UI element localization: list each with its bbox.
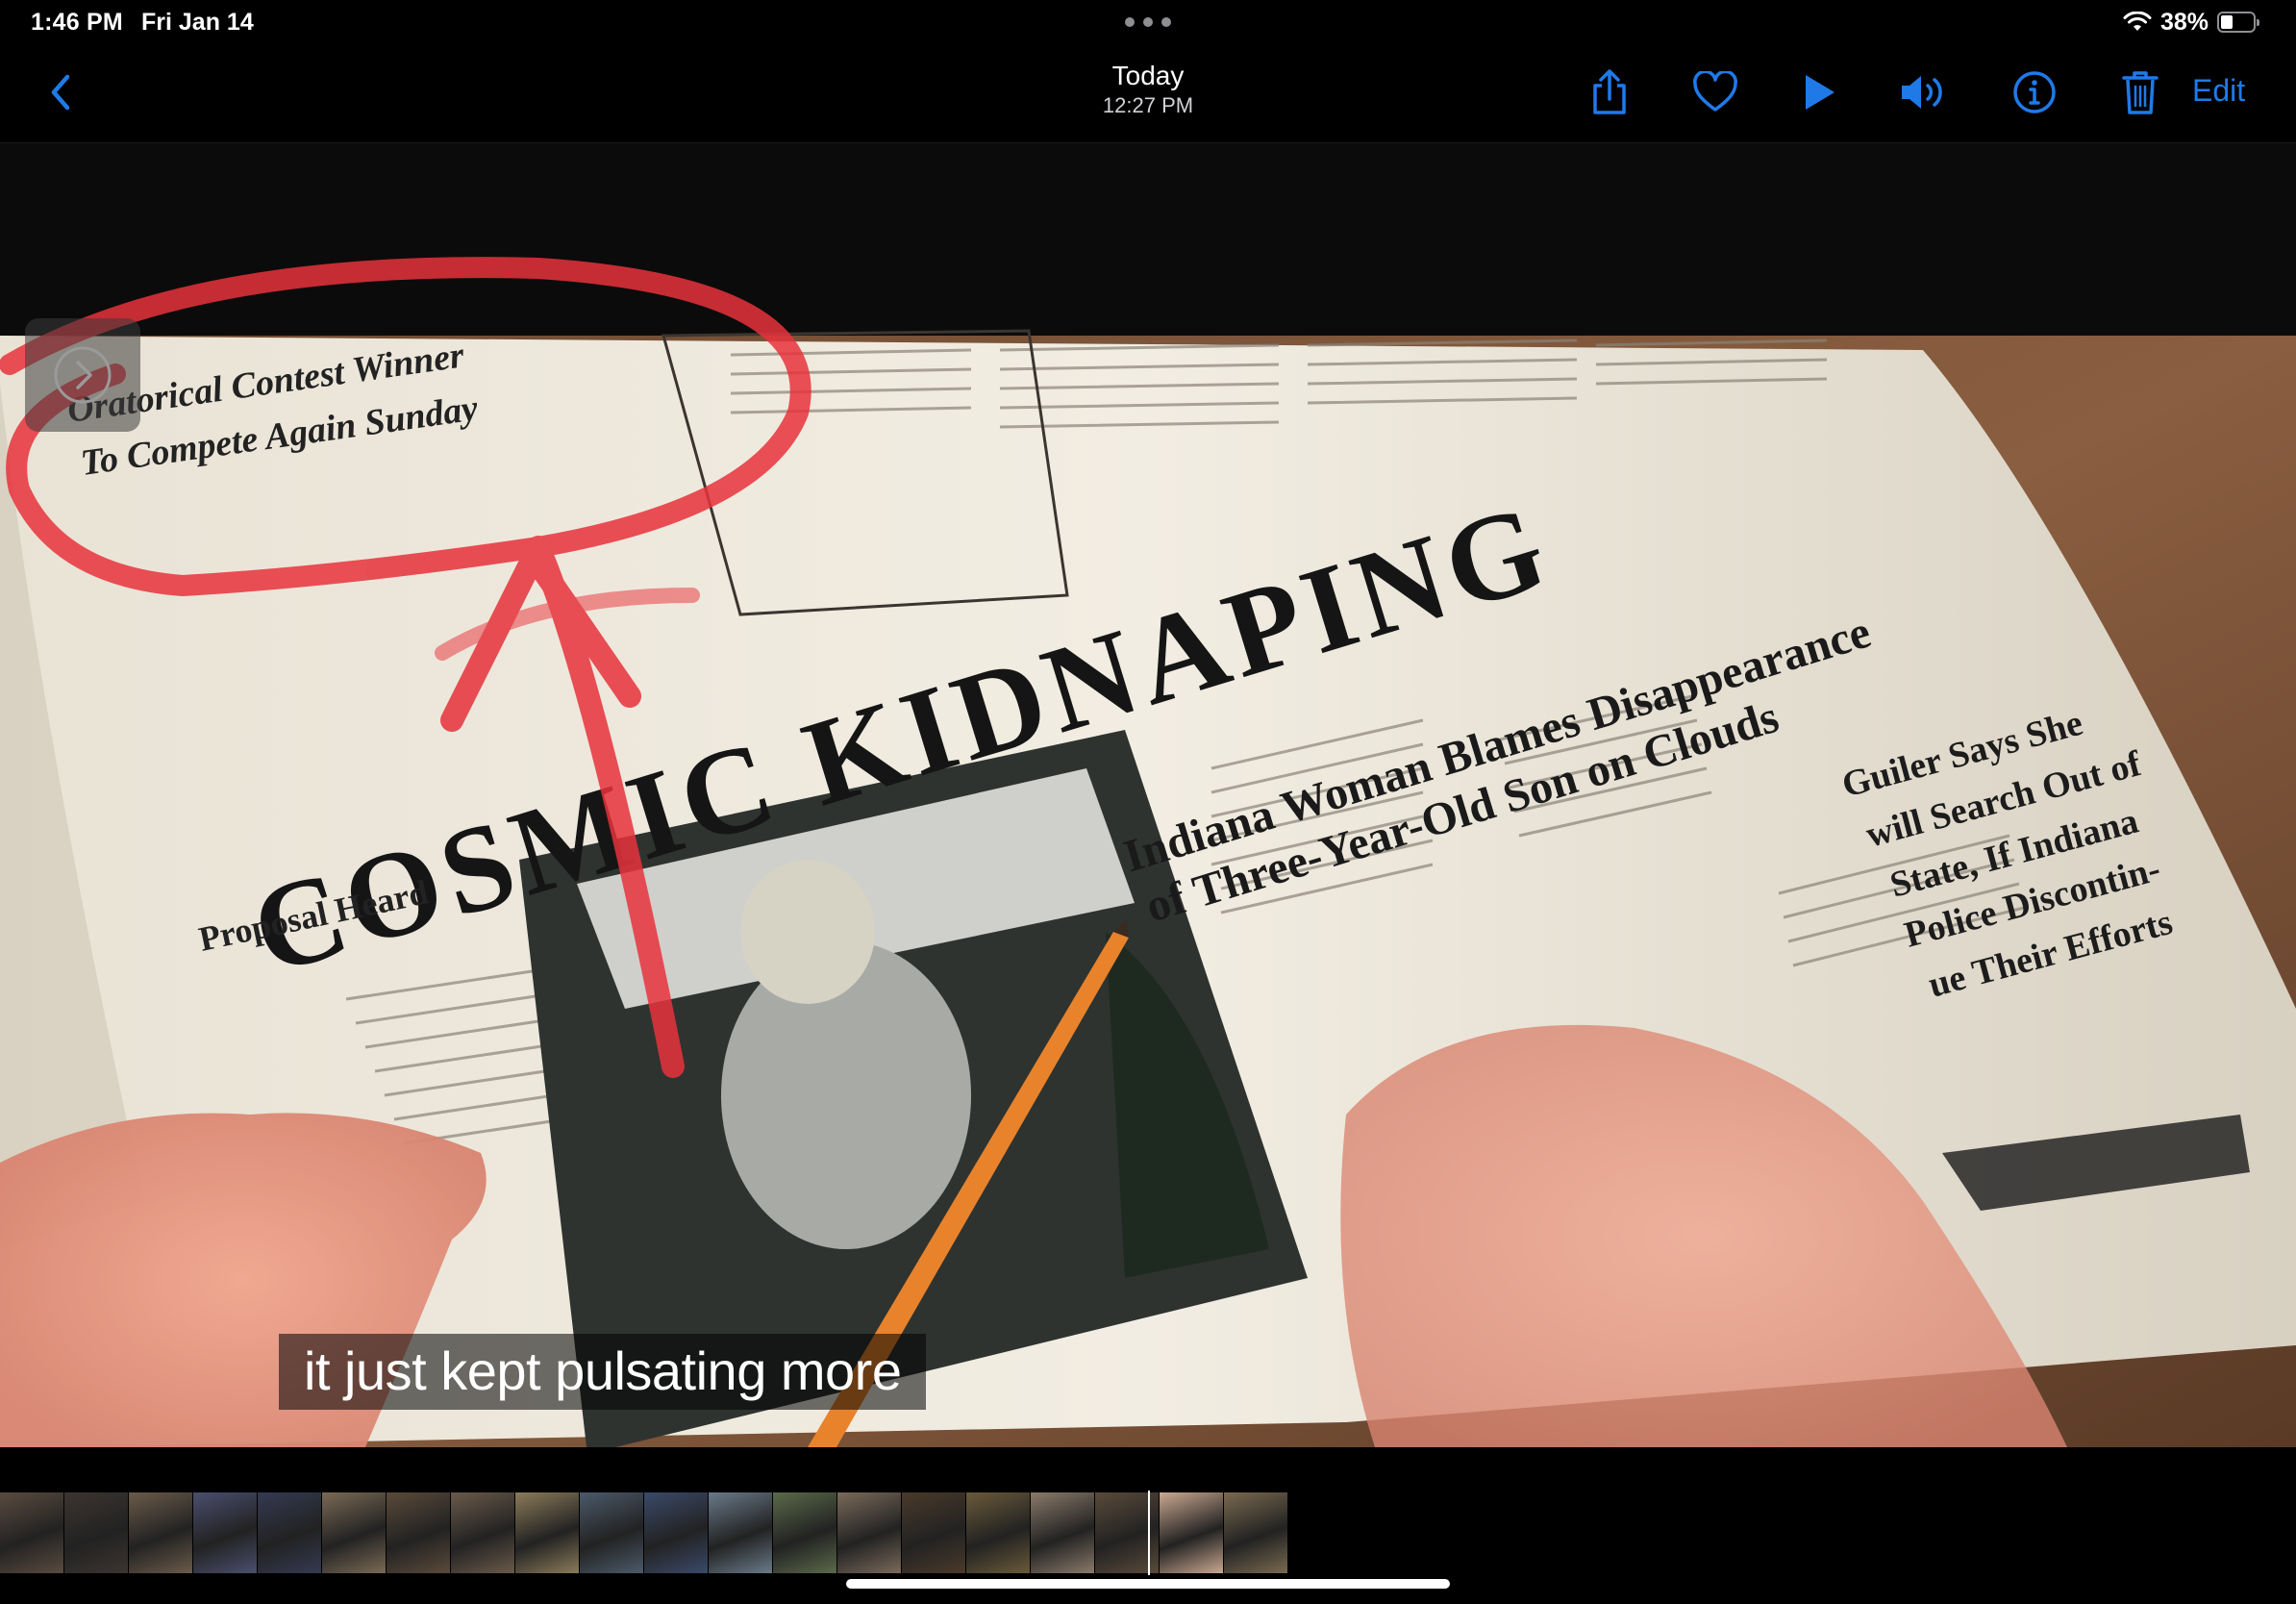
heart-icon — [1693, 71, 1737, 112]
volume-button[interactable] — [1896, 65, 1950, 119]
status-bar: 1:46 PM Fri Jan 14 38% — [0, 0, 2296, 46]
filmstrip-frame[interactable] — [1031, 1492, 1095, 1573]
filmstrip-frame[interactable] — [966, 1492, 1031, 1573]
filmstrip-frame[interactable] — [387, 1492, 451, 1573]
back-button[interactable] — [33, 65, 87, 119]
share-button[interactable] — [1583, 65, 1636, 119]
multitasking-dots-icon[interactable] — [1125, 17, 1171, 27]
chevron-right-icon — [54, 346, 112, 404]
filmstrip-frame[interactable] — [1224, 1492, 1288, 1573]
chevron-left-icon — [51, 74, 70, 111]
share-icon — [1593, 69, 1626, 114]
battery-percentage: 38% — [2160, 9, 2209, 36]
show-panel-button[interactable] — [25, 318, 140, 432]
play-icon — [1806, 75, 1834, 110]
subtitle-text: it just kept pulsating more — [304, 1341, 902, 1401]
info-icon — [2013, 71, 2056, 113]
photo-viewer[interactable]: COSMIC KIDNAPING Indiana Woman Blames Di… — [0, 143, 2296, 1447]
home-indicator[interactable] — [846, 1579, 1450, 1589]
photo-time: 12:27 PM — [1102, 93, 1194, 117]
filmstrip-frame[interactable] — [644, 1492, 709, 1573]
speaker-icon — [1902, 76, 1942, 109]
filmstrip-frame[interactable] — [0, 1492, 64, 1573]
info-button[interactable] — [2008, 65, 2061, 119]
filmstrip-frame[interactable] — [773, 1492, 837, 1573]
video-scrubber-filmstrip[interactable] — [0, 1492, 1288, 1573]
filmstrip-frame[interactable] — [837, 1492, 902, 1573]
filmstrip-frame[interactable] — [580, 1492, 644, 1573]
status-time: 1:46 PM — [31, 9, 123, 36]
status-date: Fri Jan 14 — [141, 9, 254, 36]
wifi-icon — [2123, 12, 2152, 31]
filmstrip-frame[interactable] — [515, 1492, 580, 1573]
battery-icon — [2217, 12, 2259, 33]
battery-level-fill — [2221, 15, 2233, 29]
filmstrip-frame[interactable] — [64, 1492, 129, 1573]
photo-date-title: Today 12:27 PM — [1004, 60, 1292, 119]
filmstrip-frame[interactable] — [193, 1492, 258, 1573]
edit-button[interactable]: Edit — [2192, 73, 2245, 109]
photo-day: Today — [1111, 61, 1185, 90]
photo-image: COSMIC KIDNAPING Indiana Woman Blames Di… — [0, 143, 2296, 1447]
favorite-button[interactable] — [1688, 65, 1742, 119]
filmstrip-frame[interactable] — [129, 1492, 193, 1573]
photo-nav-bar: Today 12:27 PM Edit — [0, 46, 2296, 143]
video-subtitle: it just kept pulsating more — [279, 1334, 927, 1410]
filmstrip-frame[interactable] — [258, 1492, 322, 1573]
play-button[interactable] — [1792, 65, 1846, 119]
filmstrip-frame[interactable] — [709, 1492, 773, 1573]
trash-icon — [2122, 71, 2159, 114]
filmstrip-frame[interactable] — [322, 1492, 387, 1573]
filmstrip-frame[interactable] — [1160, 1492, 1224, 1573]
filmstrip-frame[interactable] — [451, 1492, 515, 1573]
scrubber-playhead[interactable] — [1148, 1491, 1150, 1575]
delete-button[interactable] — [2113, 65, 2167, 119]
filmstrip-frame[interactable] — [902, 1492, 966, 1573]
